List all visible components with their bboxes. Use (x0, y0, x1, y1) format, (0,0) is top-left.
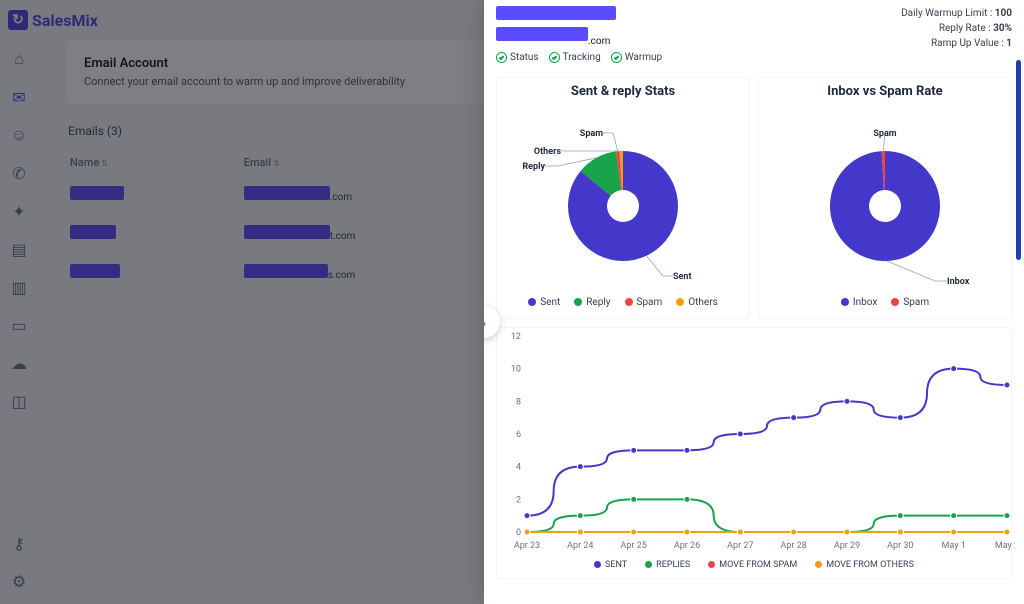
svg-text:Apr 24: Apr 24 (567, 541, 593, 551)
svg-text:May 1: May 1 (942, 541, 966, 551)
status-chip-tracking: Tracking (549, 52, 601, 63)
svg-text:Apr 26: Apr 26 (674, 541, 700, 551)
svg-text:Spam: Spam (873, 129, 896, 139)
svg-text:Apr 30: Apr 30 (887, 541, 913, 551)
panel-scrollbar[interactable] (1016, 60, 1021, 260)
svg-text:May 2: May 2 (995, 541, 1015, 551)
account-metrics: Daily Warmup Limit : 100 Reply Rate : 30… (901, 6, 1012, 51)
status-chip-status: Status (496, 52, 539, 63)
svg-text:Apr 25: Apr 25 (621, 541, 647, 551)
svg-text:Inbox: Inbox (947, 277, 970, 287)
chart-timeline: 0 2 4 6 8 10 12 Apr 23 Apr 24 Apr 25 Apr 26 Apr 27 A… (496, 327, 1012, 579)
chart-sent-reply: Sent & reply Stats SentReplySpamOthers S… (496, 77, 750, 319)
svg-text:6: 6 (516, 430, 521, 440)
chart-legend: SENTREPLIESMOVE FROM SPAMMOVE FROM OTHER… (499, 560, 1009, 570)
svg-text:8: 8 (516, 397, 521, 407)
svg-text:Spam: Spam (580, 129, 603, 139)
chart-legend: SentReplySpamOthers (501, 297, 745, 308)
svg-text:0: 0 (516, 528, 521, 538)
line-svg: 0 2 4 6 8 10 12 Apr 23 Apr 24 Apr 25 Apr 26 Apr 27 A… (499, 332, 1015, 554)
account-email-redacted (496, 27, 588, 41)
chart-title: Sent & reply Stats (501, 84, 745, 99)
chart-title: Inbox vs Spam Rate (763, 84, 1007, 99)
status-chip-warmup: Warmup (611, 52, 662, 63)
donut-svg: Sent Reply Spam Others (503, 101, 743, 291)
svg-text:Apr 28: Apr 28 (781, 541, 807, 551)
svg-text:12: 12 (511, 332, 521, 342)
account-block: .com Status Tracking Warmup (496, 6, 662, 63)
chart-inbox-spam: Inbox vs Spam Rate InboxSpam InboxSpam (758, 77, 1012, 319)
svg-text:2: 2 (516, 495, 521, 505)
svg-text:Apr 29: Apr 29 (834, 541, 860, 551)
svg-text:Apr 27: Apr 27 (727, 541, 753, 551)
svg-text:Others: Others (534, 147, 561, 157)
chart-legend: InboxSpam (763, 297, 1007, 308)
svg-text:Reply: Reply (522, 162, 545, 172)
detail-panel: › .com Status Tracking Warmup Daily Warm… (484, 0, 1024, 604)
svg-text:4: 4 (516, 463, 521, 473)
account-name (496, 6, 616, 20)
svg-text:Sent: Sent (673, 272, 692, 282)
svg-text:Apr 23: Apr 23 (514, 541, 540, 551)
svg-text:10: 10 (511, 365, 521, 375)
donut-svg: Inbox Spam (765, 101, 1005, 291)
